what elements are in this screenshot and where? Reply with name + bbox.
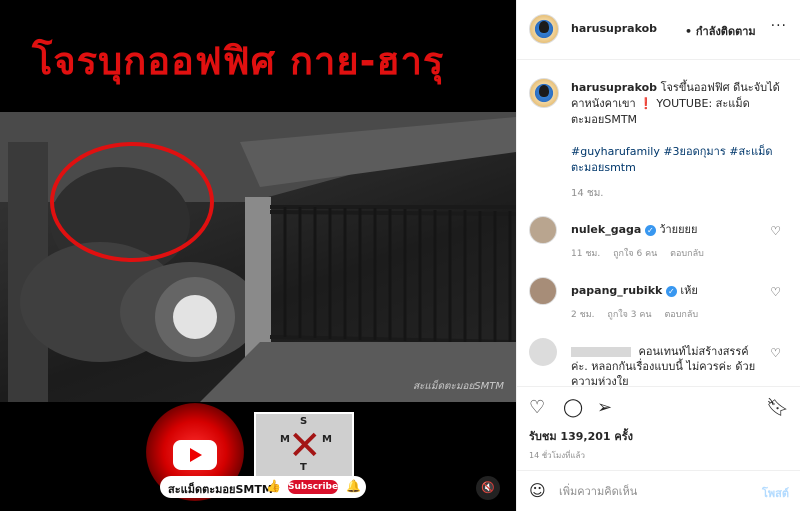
- comment-item: nulek_gaga ✓ ว้ายยยย 11 ชม. ถูกใจ 6 คน ต…: [517, 216, 800, 276]
- caption-time: 14 ชม.: [571, 188, 604, 199]
- post-caption: harusuprakob โจรขึ้นออฟฟิศ ดีนะจับได้ คา…: [571, 80, 791, 128]
- youtube-logo-icon: [173, 440, 217, 470]
- subscribe-bar: สะแม็ดตะมอยSMTM 👍 Subscribe 🔔: [160, 476, 366, 498]
- bell-icon: 🔔: [346, 479, 361, 493]
- video-watermark: สะแม็ดตะมอยSMTM: [412, 381, 504, 392]
- comment-meta: 11 ชม. ถูกใจ 6 คน ตอบกลับ: [571, 246, 714, 260]
- channel-name: สะแม็ดตะมอยSMTM: [168, 483, 273, 496]
- comment-text: nulek_gaga ✓ ว้ายยยย: [571, 222, 761, 237]
- mute-icon[interactable]: 🔇: [476, 476, 500, 500]
- comment-input[interactable]: [559, 482, 739, 500]
- verified-badge-icon: ✓: [644, 224, 656, 236]
- commenter-avatar[interactable]: [529, 338, 557, 366]
- add-comment-bar: ☺ โพสต์: [517, 470, 800, 511]
- header-username[interactable]: harusuprakob: [571, 22, 657, 35]
- commenter-avatar[interactable]: [529, 216, 557, 244]
- post-media[interactable]: โจรบุกออฟฟิศ กาย-ฮารุ สะแม็ดตะมอยSMTM S …: [0, 0, 516, 511]
- comment-body: ว้ายยยย: [659, 223, 698, 236]
- commenter-username[interactable]: papang_rubikk: [571, 284, 662, 297]
- comment-item: papang_rubikk ✓ เห้ย 2 ชม. ถูกใจ 3 คน ตอ…: [517, 277, 800, 337]
- title-band: โจรบุกออฟฟิศ กาย-ฮารุ: [0, 0, 516, 112]
- like-comment-heart-icon[interactable]: ♡: [770, 346, 781, 360]
- share-icon[interactable]: ➢: [597, 397, 612, 418]
- verified-badge-icon: ✓: [665, 285, 677, 297]
- comment-meta: 2 ชม. ถูกใจ 3 คน ตอบกลับ: [571, 307, 708, 321]
- blurred-username: [571, 347, 631, 357]
- comment-text: papang_rubikk ✓ เห้ย: [571, 283, 761, 298]
- view-count[interactable]: รับชม 139,201 ครั้ง: [529, 427, 633, 445]
- logo-letter: M: [322, 434, 332, 445]
- like-comment-heart-icon[interactable]: ♡: [770, 285, 781, 299]
- caption-avatar[interactable]: [529, 78, 559, 108]
- comment-likes[interactable]: ถูกใจ 6 คน: [613, 249, 657, 259]
- caption-username[interactable]: harusuprakob: [571, 81, 657, 94]
- post-timestamp: 14 ชั่วโมงที่แล้ว: [529, 451, 585, 460]
- post-comment-button[interactable]: โพสต์: [762, 484, 789, 502]
- video-title: โจรบุกออฟฟิศ กาย-ฮารุ: [32, 39, 445, 83]
- more-options-icon[interactable]: ···: [771, 18, 787, 34]
- emoji-icon[interactable]: ☺: [529, 481, 546, 500]
- comment-text: คอนเทนท์ไม่สร้างสรรค์ค่ะ. หลอกกันเรื่องแ…: [571, 344, 761, 389]
- comment-time: 11 ชม.: [571, 249, 601, 259]
- comment-time: 2 ชม.: [571, 310, 595, 320]
- thumbs-up-icon: 👍: [266, 479, 281, 493]
- cctv-footage: สะแม็ดตะมอยSMTM: [0, 112, 516, 402]
- post-side-panel: harusuprakob • กำลังติดตาม ··· harusupra…: [516, 0, 800, 511]
- reply-button[interactable]: ตอบกลับ: [664, 310, 698, 320]
- avatar[interactable]: [529, 14, 559, 44]
- like-comment-heart-icon[interactable]: ♡: [770, 224, 781, 238]
- caption-hashtags[interactable]: #guyharufamily #3ยอดกุมาร #สะแม็ดตะมอยsm…: [571, 144, 781, 176]
- subscribe-badge: Subscribe: [288, 480, 339, 494]
- comment-icon[interactable]: ◯: [563, 397, 583, 418]
- following-button[interactable]: • กำลังติดตาม: [685, 22, 756, 40]
- logo-cross-icon: ✕: [288, 423, 322, 469]
- channel-logo: S M T M ✕: [254, 412, 354, 478]
- like-heart-icon[interactable]: ♡: [529, 397, 545, 418]
- post-header: harusuprakob • กำลังติดตาม ···: [517, 0, 800, 60]
- save-bookmark-icon[interactable]: 🔖︎: [766, 397, 789, 418]
- comment-likes[interactable]: ถูกใจ 3 คน: [607, 310, 651, 320]
- commenter-avatar[interactable]: [529, 277, 557, 305]
- post-actions: ♡ ◯ ➢ 🔖︎ รับชม 139,201 ครั้ง 14 ชั่วโมงท…: [517, 386, 800, 466]
- cctv-scene-graphic: [0, 112, 516, 402]
- commenter-username[interactable]: nulek_gaga: [571, 223, 641, 236]
- comment-body: เห้ย: [680, 284, 698, 297]
- reply-button[interactable]: ตอบกลับ: [670, 249, 704, 259]
